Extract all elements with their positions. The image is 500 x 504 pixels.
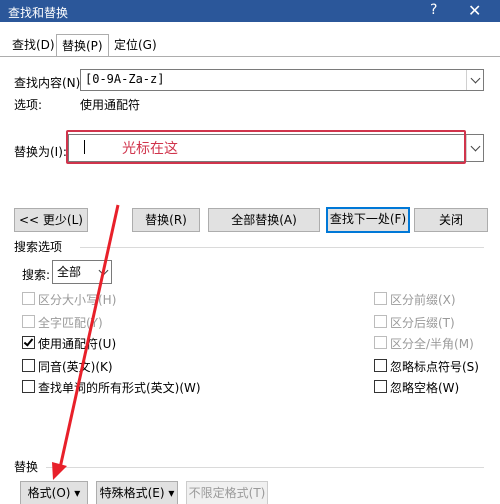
close-icon[interactable]: ✕: [468, 1, 481, 20]
cursor-annotation: 光标在这: [122, 141, 178, 157]
search-direction-label: 搜索:: [22, 268, 51, 282]
match-prefix-checkbox[interactable]: [374, 292, 387, 305]
title-bar: 查找和替换 ? ✕: [0, 0, 500, 22]
all-word-forms-label: 查找单词的所有形式(英文)(W): [38, 381, 201, 395]
chevron-down-icon: [470, 73, 480, 83]
tab-strip: 查找(D) 替换(P) 定位(G): [0, 34, 500, 57]
search-direction-select[interactable]: 全部: [52, 260, 112, 284]
ignore-punct-checkbox[interactable]: [374, 359, 387, 372]
options-label: 选项:: [14, 98, 43, 112]
find-what-combo[interactable]: [0-9A-Za-z]: [80, 69, 484, 91]
tab-goto[interactable]: 定位(G): [114, 36, 157, 54]
search-dropdown-button[interactable]: [95, 261, 111, 283]
replace-all-button[interactable]: 全部替换(A): [208, 208, 320, 232]
divider: [46, 467, 484, 468]
ignore-space-label: 忽略空格(W): [390, 381, 460, 395]
tab-find[interactable]: 查找(D): [12, 36, 55, 54]
match-case-label: 区分大小写(H): [38, 293, 117, 307]
width-checkbox[interactable]: [374, 336, 387, 349]
tab-replace[interactable]: 替换(P): [56, 34, 109, 57]
match-suffix-label: 区分后缀(T): [390, 316, 455, 330]
match-case-checkbox[interactable]: [22, 292, 35, 305]
whole-word-checkbox[interactable]: [22, 315, 35, 328]
tab-divider: [0, 56, 500, 57]
find-replace-dialog: 查找和替换 ? ✕ 查找(D) 替换(P) 定位(G) 查找内容(N): [0-…: [0, 0, 500, 504]
chevron-down-icon: [98, 265, 108, 275]
sounds-like-checkbox[interactable]: [22, 359, 35, 372]
format-button[interactable]: 格式(O) ▾: [20, 481, 88, 504]
search-options-title: 搜索选项: [14, 240, 63, 254]
options-value: 使用通配符: [80, 98, 141, 112]
no-format-button[interactable]: 不限定格式(T): [186, 481, 268, 504]
replace-dropdown-button[interactable]: [466, 135, 483, 161]
replace-section-title: 替换: [14, 460, 39, 474]
find-what-input[interactable]: [0-9A-Za-z]: [85, 72, 164, 86]
help-icon[interactable]: ?: [430, 2, 437, 18]
match-prefix-label: 区分前缀(X): [390, 293, 456, 307]
all-word-forms-checkbox[interactable]: [22, 380, 35, 393]
close-button[interactable]: 关闭: [414, 208, 488, 232]
window-title: 查找和替换: [8, 6, 69, 20]
find-what-label: 查找内容(N):: [14, 76, 85, 90]
match-suffix-checkbox[interactable]: [374, 315, 387, 328]
ignore-punct-label: 忽略标点符号(S): [390, 360, 479, 374]
wildcards-checkbox[interactable]: [22, 336, 35, 349]
replace-button[interactable]: 替换(R): [132, 208, 200, 232]
ignore-space-checkbox[interactable]: [374, 380, 387, 393]
check-icon: [23, 336, 34, 347]
sounds-like-label: 同音(英文)(K): [38, 360, 113, 374]
width-label: 区分全/半角(M): [390, 337, 474, 351]
replace-with-label: 替换为(I):: [14, 145, 67, 159]
special-format-button[interactable]: 特殊格式(E) ▾: [96, 481, 178, 504]
text-cursor: [84, 140, 85, 154]
search-direction-value: 全部: [57, 265, 82, 279]
whole-word-label: 全字匹配(Y): [38, 316, 103, 330]
chevron-down-icon: [470, 141, 480, 151]
find-next-button[interactable]: 查找下一处(F): [326, 207, 410, 233]
find-dropdown-button[interactable]: [466, 70, 483, 90]
divider: [80, 247, 484, 248]
wildcards-label: 使用通配符(U): [38, 337, 117, 351]
less-button[interactable]: << 更少(L): [14, 208, 88, 232]
